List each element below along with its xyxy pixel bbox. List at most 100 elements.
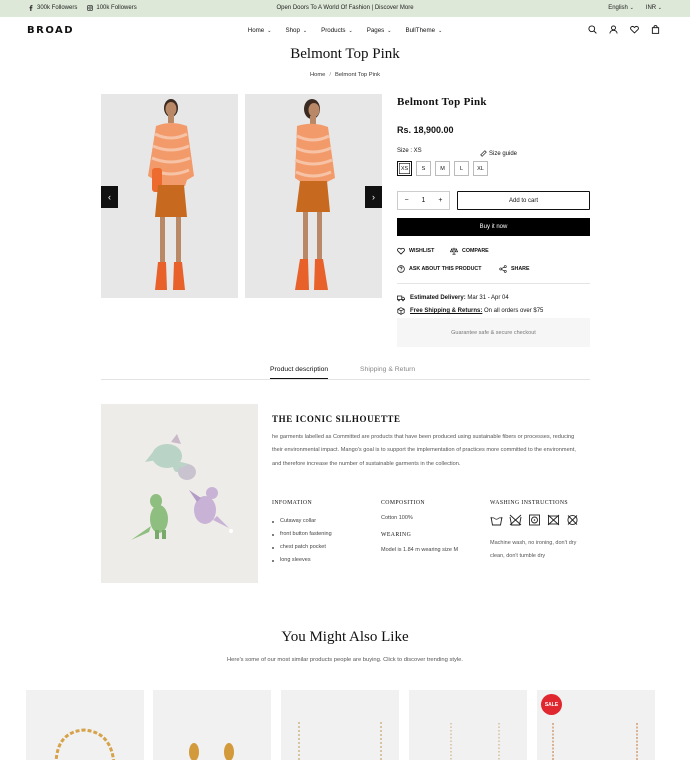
breadcrumb: Home / Belmont Top Pink [0, 72, 690, 78]
increase-quantity-button[interactable]: + [438, 197, 442, 204]
add-to-cart-button[interactable]: Add to cart [457, 191, 590, 210]
tab-shipping-return[interactable]: Shipping & Return [360, 366, 415, 373]
product-card[interactable] [26, 690, 144, 760]
wearing-value: Model is 1.84 m wearing size M [381, 547, 459, 553]
shipping-value: On all orders over $75 [484, 308, 544, 314]
nav-item-shop[interactable]: Shop ⌄ [285, 27, 307, 34]
ask-question-button[interactable]: ASK ABOUT THIS PRODUCT [397, 265, 482, 273]
chevron-left-icon: ‹ [108, 192, 111, 202]
tumble-dry-icon [529, 514, 540, 526]
composition-title: COMPOSITION [381, 500, 426, 506]
infomation-column: INFOMATION Cutaway collar front button f… [272, 500, 332, 567]
quantity-stepper: − 1 + [397, 191, 450, 210]
main-nav: Home ⌄ Shop ⌄ Products ⌄ Pages ⌄ BullTheme ⌄ [0, 27, 690, 34]
nav-item-home[interactable]: Home ⌄ [248, 27, 272, 34]
size-option-s[interactable]: S [416, 161, 431, 176]
gallery-next-button[interactable]: › [365, 186, 382, 208]
page-title: Belmont Top Pink [290, 46, 400, 62]
announcement-text[interactable]: Open Doors To A World Of Fashion | Disco… [0, 5, 690, 11]
list-item: long sleeves [272, 554, 332, 567]
wearing-title: WEARING [381, 532, 412, 538]
model-illustration [245, 94, 382, 298]
user-icon[interactable] [609, 25, 618, 34]
divider [397, 283, 590, 284]
nav-label: Products [321, 27, 346, 34]
description-heading: THE ICONIC SILHOUETTE [272, 414, 401, 424]
search-icon[interactable] [588, 25, 597, 34]
description-text: he garments labelled as Committed are pr… [272, 434, 576, 467]
product-card[interactable] [153, 690, 271, 760]
size-option-l[interactable]: L [454, 161, 469, 176]
product-card[interactable] [281, 690, 399, 760]
shipping-label: Free Shipping & Returns: [410, 308, 483, 314]
no-wash-icon [509, 514, 522, 526]
gallery-prev-button[interactable]: ‹ [101, 186, 118, 208]
delivery-label: Estimated Delivery: [410, 295, 466, 301]
size-option-xl[interactable]: XL [473, 161, 488, 176]
model-illustration [101, 94, 238, 298]
product-image-front[interactable] [101, 94, 238, 298]
breadcrumb-home[interactable]: Home [310, 72, 325, 78]
tab-product-description[interactable]: Product description [270, 366, 329, 379]
machine-wash-icon [490, 516, 503, 526]
size-option-m[interactable]: M [435, 161, 450, 176]
nav-label: Shop [285, 27, 300, 34]
chevron-right-icon: › [372, 192, 375, 202]
product-info: Belmont Top Pink Rs. 18,900.00 Size : XS… [397, 96, 590, 347]
chevron-down-icon: ⌄ [629, 5, 634, 11]
no-bleach-icon [547, 514, 560, 526]
currency-selector[interactable]: INR ⌄ [646, 5, 662, 11]
also-like-subtitle: Here's some of our most similar products… [227, 657, 463, 663]
product-card[interactable]: SALE [537, 690, 655, 760]
nav-item-pages[interactable]: Pages ⌄ [367, 27, 392, 34]
site-header: BROAD Home ⌄ Shop ⌄ Products ⌄ Pages ⌄ BullT… [0, 17, 690, 45]
washing-column: WASHING INSTRUCTIONS Machine wash, no ir… [490, 500, 590, 563]
size-options: XS S M L XL [397, 161, 488, 176]
list-item: Cutaway collar [272, 515, 332, 528]
truck-icon [397, 295, 405, 302]
earrings-image [189, 743, 234, 760]
product-card[interactable] [409, 690, 527, 760]
bracelet-image [54, 728, 115, 760]
language-selector[interactable]: English ⌄ [608, 5, 634, 11]
list-item: chest patch pocket [272, 541, 332, 554]
no-dry-clean-icon [567, 514, 578, 526]
nav-label: Pages [366, 27, 385, 34]
compare-label: COMPARE [462, 248, 489, 254]
product-title: Belmont Top Pink [397, 96, 487, 108]
composition-value: Cotton 100% [381, 515, 413, 521]
buy-now-button[interactable]: Buy it now [397, 218, 590, 236]
nav-label: BullTheme [405, 27, 436, 34]
heart-icon[interactable] [630, 25, 639, 34]
currency-label: INR [645, 5, 657, 11]
also-like-title: You Might Also Like [281, 629, 409, 645]
size-guide-link[interactable]: Size guide [480, 150, 517, 157]
question-icon [397, 265, 405, 273]
share-label: SHARE [511, 266, 530, 272]
estimated-delivery: Estimated Delivery: Mar 31 - Apr 04 [397, 294, 509, 302]
share-icon [499, 265, 507, 273]
washing-title: WASHING INSTRUCTIONS [490, 500, 569, 506]
nav-item-products[interactable]: Products ⌄ [321, 27, 353, 34]
wishlist-button[interactable]: WISHLIST [397, 247, 434, 255]
top-announcement-bar: 300k Followers 100k Followers Open Doors… [0, 0, 690, 17]
composition-column: COMPOSITION Cotton 100% WEARING Model is… [381, 500, 458, 553]
breadcrumb-separator: / [329, 72, 332, 78]
compare-button[interactable]: COMPARE [450, 247, 489, 255]
product-price: Rs. 18,900.00 [397, 125, 454, 135]
nav-item-bulltheme[interactable]: BullTheme ⌄ [405, 27, 442, 34]
chevron-down-icon: ⌄ [302, 27, 308, 34]
product-tabs: Product description Shipping & Return [101, 364, 590, 380]
description-image [101, 404, 258, 583]
bag-icon[interactable] [651, 25, 660, 34]
info-item-label: long sleeves [280, 557, 311, 563]
share-button[interactable]: SHARE [499, 265, 530, 273]
size-guide-label: Size guide [489, 150, 518, 157]
info-item-label: chest patch pocket [280, 544, 326, 550]
product-image-side[interactable] [245, 94, 382, 298]
decrease-quantity-button[interactable]: − [404, 197, 408, 204]
size-option-xs[interactable]: XS [397, 161, 412, 176]
quantity-value[interactable]: 1 [422, 197, 426, 204]
scale-icon [450, 247, 458, 255]
box-icon [397, 307, 405, 315]
